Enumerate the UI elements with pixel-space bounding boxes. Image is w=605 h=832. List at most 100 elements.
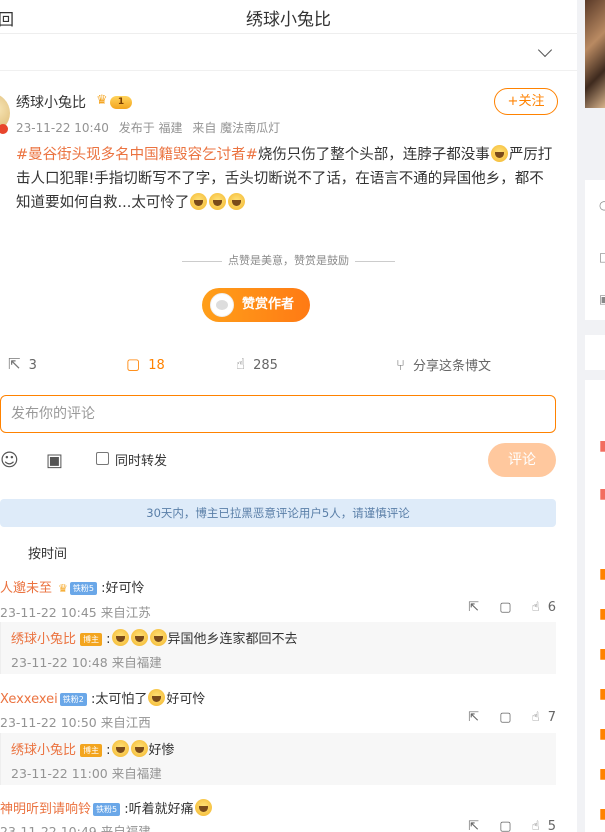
comment-actions: ⇱ ▢ ☝ 7 xyxy=(452,710,556,725)
sidebar-icon[interactable]: □ xyxy=(599,250,605,264)
fan-badge: 铁粉5 xyxy=(69,582,97,595)
post-source: 来自 魔法南瓜灯 xyxy=(192,121,281,135)
comment-text: :听着就好痛 xyxy=(124,802,194,817)
rank-marker: ▮ xyxy=(599,766,605,782)
thumbs-up-icon: ☝ xyxy=(236,355,246,373)
repost-icon: ⇱ xyxy=(8,355,21,373)
emoji-icon[interactable]: ☺ xyxy=(0,450,19,471)
comment-input[interactable]: 发布你的评论 xyxy=(0,395,556,433)
comment-item: Xexxexei 铁粉2 :太可怕了 好可怜 xyxy=(0,688,577,707)
post-time[interactable]: 23-11-22 10:40 xyxy=(16,121,109,135)
repost-button[interactable]: ⇱ 3 xyxy=(8,355,37,373)
reward-hint: 点赞是美意，赞赏是鼓励 xyxy=(0,252,577,268)
post-meta: 23-11-22 10:40 发布于 福建 来自 魔法南瓜灯 xyxy=(16,119,286,136)
post-text-part1: 烧伤只伤了整个头部，连脖子都没事 xyxy=(257,147,490,163)
rank-marker: ▮ xyxy=(599,806,605,822)
repost-count: 3 xyxy=(28,358,37,373)
share-button[interactable]: ⑂ 分享这条博文 xyxy=(396,355,491,374)
comment-actions: ⇱ ▢ ☝ 6 xyxy=(452,600,556,615)
crying-emoji-icon xyxy=(111,629,129,646)
reward-hint-text: 点赞是美意，赞赏是鼓励 xyxy=(228,254,349,267)
reply-item: 绣球小兔比 博主 : 好惨 23-11-22 11:00 来自福建 xyxy=(0,733,556,785)
rank-marker: ▮ xyxy=(599,646,605,662)
comment-text-2: 好可怜 xyxy=(166,692,206,707)
thumbs-up-icon[interactable]: ☝ xyxy=(532,600,540,615)
comment-icon[interactable]: ▢ xyxy=(499,600,511,615)
repost-checkbox-label[interactable]: 同时转发 xyxy=(115,450,167,469)
crown-icon: ♛ xyxy=(96,93,108,108)
crying-emoji-icon xyxy=(228,193,246,210)
page-title: 绣球小兔比 xyxy=(246,10,331,30)
comment-item: 神明听到请响铃 铁粉5 :听着就好痛 xyxy=(0,798,577,817)
blacklist-notice: 30天内，博主已拉黑恶意评论用户5人，请谨慎评论 xyxy=(0,499,556,527)
share-icon: ⑂ xyxy=(396,356,406,374)
level-badge: 1 xyxy=(110,96,132,109)
thumbs-up-icon[interactable]: ☝ xyxy=(532,819,540,832)
repost-icon[interactable]: ⇱ xyxy=(468,600,479,615)
sort-by-time[interactable]: 按时间 xyxy=(28,543,67,562)
blogger-badge: 博主 xyxy=(80,744,103,757)
collapse-row[interactable] xyxy=(0,35,577,71)
comment-button[interactable]: ▢ 18 xyxy=(126,355,165,373)
crying-emoji-icon xyxy=(490,145,508,162)
hot-search-panel: ▮ ▮ ▮ ▮ ▮ ▮ ▮ ▮ ▮ xyxy=(585,380,605,832)
comment-actions: ⇱ ▢ ☝ 5 xyxy=(452,819,556,832)
sidebar-icon[interactable]: ○ xyxy=(599,198,605,212)
crown-icon: ♛ xyxy=(58,582,68,595)
weibo-post-card: 回 绣球小兔比 绣球小兔比 ♛ 1 +关注 23-11-22 10:40 发布于… xyxy=(0,0,577,832)
comment-icon[interactable]: ▢ xyxy=(499,819,511,832)
comment-user[interactable]: 人邈未至 xyxy=(0,581,52,596)
verified-badge-icon xyxy=(0,124,8,134)
sidebar-icon[interactable]: ▣ xyxy=(599,292,605,306)
crying-emoji-icon xyxy=(149,629,167,646)
chevron-down-icon[interactable] xyxy=(537,42,553,58)
divider xyxy=(355,260,395,262)
top-bar: 回 绣球小兔比 xyxy=(0,0,577,34)
share-label: 分享这条博文 xyxy=(413,359,492,374)
reply-meta: 23-11-22 11:00 来自福建 xyxy=(11,766,162,781)
rank-marker: ▮ xyxy=(599,438,605,454)
submit-comment-button[interactable]: 评论 xyxy=(488,443,556,477)
comment-user[interactable]: Xexxexei xyxy=(0,692,58,707)
rank-marker: ▮ xyxy=(599,566,605,582)
comment-user[interactable]: 神明听到请响铃 xyxy=(0,802,91,817)
crying-emoji-icon xyxy=(209,193,227,210)
repost-icon[interactable]: ⇱ xyxy=(468,819,479,832)
topic-link[interactable]: #曼谷街头现多名中国籍毁容乞讨者# xyxy=(16,147,258,163)
crying-emoji-icon xyxy=(111,740,129,757)
like-count: 285 xyxy=(253,358,278,373)
comment-text: :太可怕了 xyxy=(91,692,148,707)
comment-icon[interactable]: ▢ xyxy=(499,710,511,725)
reply-user[interactable]: 绣球小兔比 xyxy=(11,632,76,647)
reward-avatar-icon xyxy=(210,293,234,317)
divider xyxy=(182,260,222,262)
post-text: #曼谷街头现多名中国籍毁容乞讨者#烧伤只伤了整个头部，连脖子都没事 严厉打击人口犯… xyxy=(16,143,556,215)
repost-icon[interactable]: ⇱ xyxy=(468,710,479,725)
comment-like-count: 5 xyxy=(547,819,556,832)
thumbs-up-icon[interactable]: ☝ xyxy=(532,710,540,725)
rank-marker: ▮ xyxy=(599,686,605,702)
follow-button[interactable]: +关注 xyxy=(494,88,558,115)
right-sidebar: ○ □ ▣ ▮ ▮ ▮ ▮ ▮ ▮ ▮ ▮ ▮ xyxy=(585,0,605,832)
comment-count: 18 xyxy=(148,358,165,373)
repost-checkbox[interactable] xyxy=(96,452,109,465)
rank-marker: ▮ xyxy=(599,606,605,622)
author-name[interactable]: 绣球小兔比 xyxy=(16,92,86,112)
post-location: 发布于 福建 xyxy=(118,121,183,135)
comment-like-count: 6 xyxy=(547,600,556,615)
image-icon[interactable]: ▣ xyxy=(46,450,63,471)
reply-text: 好惨 xyxy=(148,743,175,758)
reply-user[interactable]: 绣球小兔比 xyxy=(11,743,76,758)
reply-text: 异国他乡连家都回不去 xyxy=(167,632,298,647)
comment-item: 人邈未至 ♛ 铁粉5 :好可怜 xyxy=(0,577,577,596)
crying-emoji-icon xyxy=(148,689,166,706)
rank-marker: ▮ xyxy=(599,486,605,502)
fan-badge: 铁粉2 xyxy=(59,693,87,706)
like-button[interactable]: ☝ 285 xyxy=(236,355,278,373)
crying-emoji-icon xyxy=(130,740,148,757)
comment-like-count: 7 xyxy=(547,710,556,725)
blogger-badge: 博主 xyxy=(80,633,103,646)
crying-emoji-icon xyxy=(194,799,212,816)
crying-emoji-icon xyxy=(190,193,208,210)
comment-icon: ▢ xyxy=(126,355,141,373)
